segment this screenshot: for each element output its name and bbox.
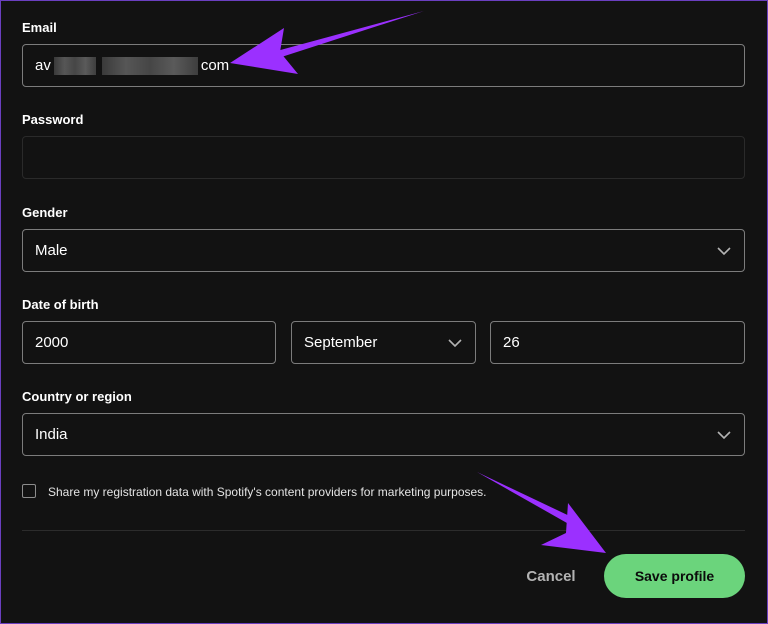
- email-label: Email: [22, 20, 57, 35]
- birth-day-value: 26: [503, 334, 520, 351]
- password-label: Password: [22, 112, 84, 127]
- marketing-consent-checkbox[interactable]: [22, 484, 36, 498]
- redaction-block: [101, 56, 198, 75]
- country-label: Country or region: [22, 389, 132, 404]
- birth-month-select[interactable]: September: [291, 321, 476, 364]
- chevron-down-icon: [448, 339, 462, 348]
- country-select[interactable]: India: [22, 413, 745, 456]
- birth-year-field[interactable]: 2000: [22, 321, 276, 364]
- password-field[interactable]: [22, 136, 745, 179]
- chevron-down-icon: [717, 247, 731, 256]
- date-of-birth-label: Date of birth: [22, 297, 99, 312]
- birth-month-value: September: [304, 334, 378, 351]
- email-field[interactable]: av com: [22, 44, 745, 87]
- email-value: av com: [35, 56, 230, 75]
- chevron-down-icon: [717, 431, 731, 440]
- birth-year-value: 2000: [35, 334, 69, 351]
- email-value-end: com: [200, 57, 230, 74]
- gender-label: Gender: [22, 205, 68, 220]
- save-profile-button[interactable]: Save profile: [604, 554, 745, 598]
- birth-day-field[interactable]: 26: [490, 321, 745, 364]
- gender-selected-value: Male: [35, 242, 68, 259]
- email-value-start: av: [35, 57, 51, 74]
- gender-select[interactable]: Male: [22, 229, 745, 272]
- country-selected-value: India: [35, 426, 68, 443]
- divider: [22, 530, 745, 531]
- cancel-button[interactable]: Cancel: [513, 566, 589, 588]
- edit-profile-form: Email av com Password Gender Male Date o…: [0, 0, 768, 624]
- redaction-block: [53, 56, 96, 75]
- marketing-consent-label: Share my registration data with Spotify'…: [48, 485, 487, 499]
